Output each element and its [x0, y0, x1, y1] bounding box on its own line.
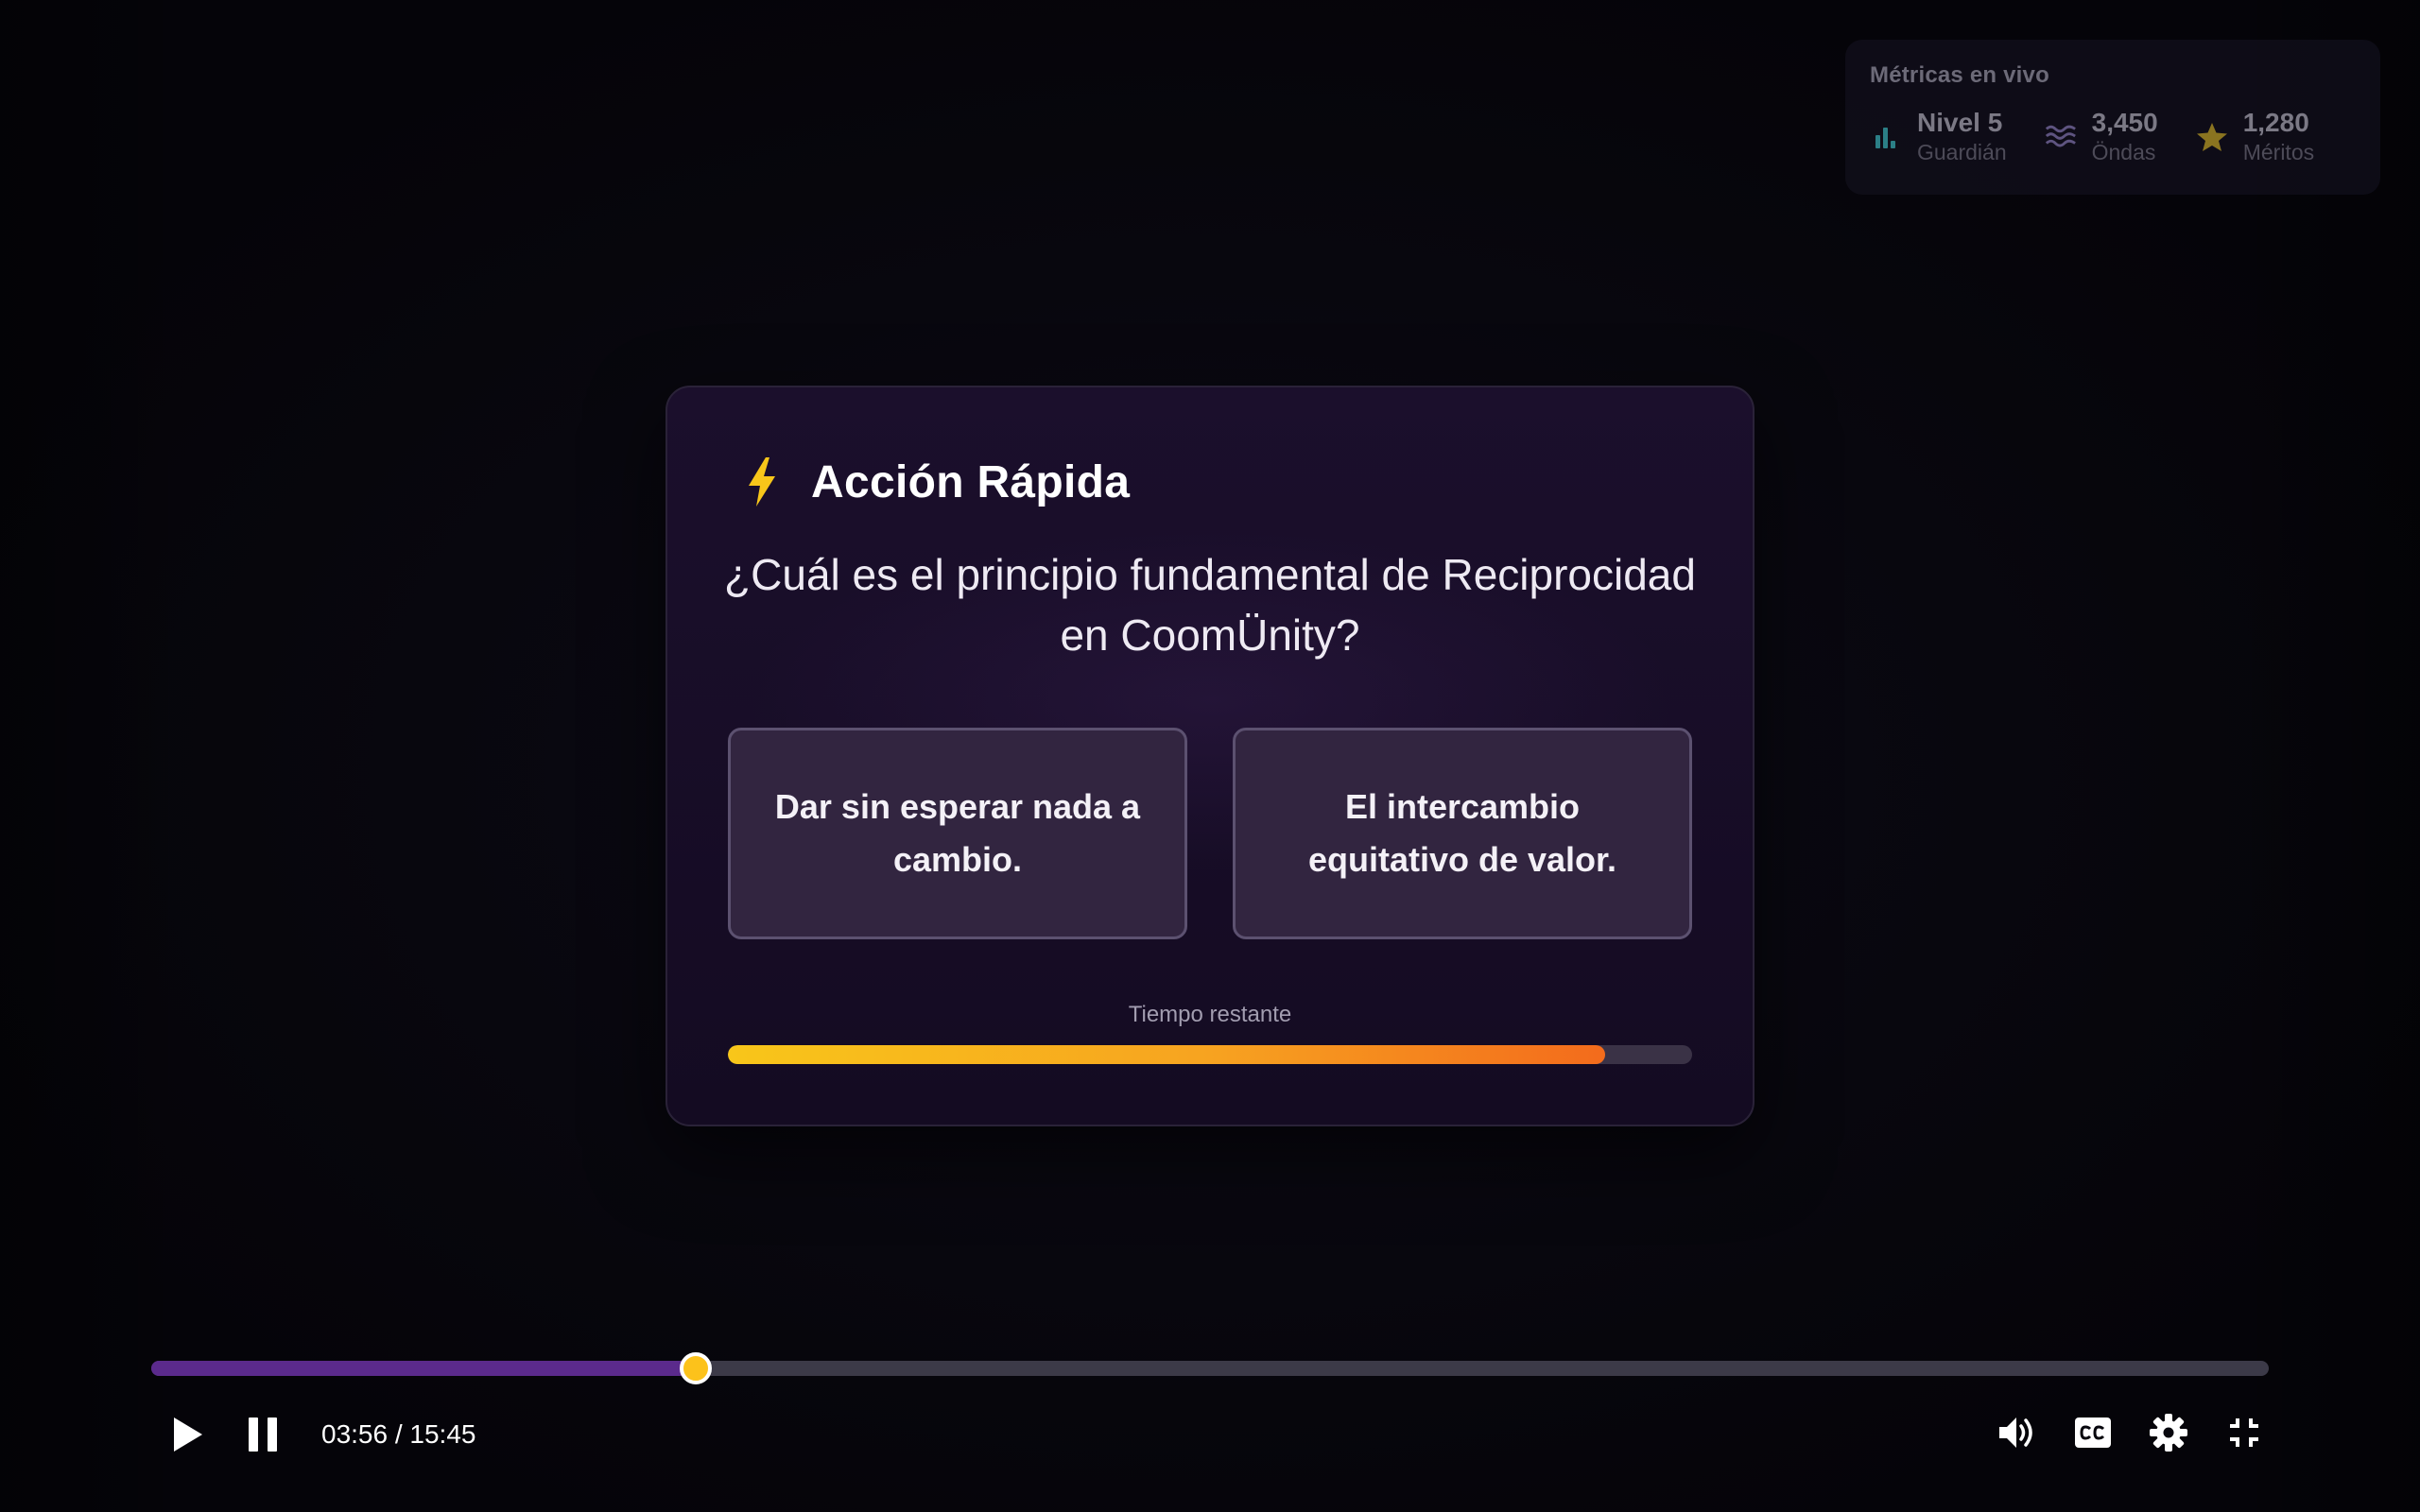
metrics-row: Nivel 5 Guardián 3,450 Öndas 1,280 Mérit… [1870, 108, 2356, 166]
star-icon [2196, 121, 2228, 153]
metric-ondas-label: Öndas [2091, 140, 2156, 164]
metric-meritos-value: 1,280 [2242, 108, 2309, 137]
closed-captions-button[interactable] [2065, 1404, 2121, 1461]
player-controls-right [1989, 1404, 2273, 1461]
metric-meritos-label: Méritos [2242, 140, 2315, 164]
timer-progress-bar [728, 1045, 1692, 1064]
quick-action-modal: Acción Rápida ¿Cuál es el principio fund… [666, 386, 1754, 1126]
metric-ondas: 3,450 Öndas [2045, 108, 2158, 166]
bar-chart-icon [1870, 121, 1902, 153]
waves-icon [2045, 121, 2077, 153]
player-controls-left: 03:56 / 15:45 [159, 1406, 475, 1463]
pause-icon [249, 1418, 277, 1452]
answer-option-2-button[interactable]: El intercambio equitativo de valor. [1233, 728, 1692, 939]
answer-option-1-button[interactable]: Dar sin esperar nada a cambio. [728, 728, 1187, 939]
volume-button[interactable] [1989, 1404, 2046, 1461]
timer-progress-fill [728, 1045, 1606, 1064]
metric-level: Nivel 5 Guardián [1870, 108, 2007, 166]
metrics-title: Métricas en vivo [1870, 62, 2049, 88]
video-player: Métricas en vivo Nivel 5 Guardián 3,450 … [0, 0, 2420, 1512]
play-button[interactable] [159, 1406, 216, 1463]
quiz-question: ¿Cuál es el principio fundamental de Rec… [724, 550, 1696, 660]
video-progress-played [151, 1361, 696, 1376]
modal-title: Acción Rápida [811, 456, 1131, 507]
video-progress-bar[interactable] [151, 1352, 2269, 1384]
modal-header: Acción Rápida [743, 455, 1130, 508]
answer-options: Dar sin esperar nada a cambio. El interc… [728, 728, 1692, 939]
settings-button[interactable] [2140, 1404, 2197, 1461]
pause-button[interactable] [234, 1406, 291, 1463]
exit-fullscreen-icon [2230, 1418, 2258, 1447]
metric-level-value: Nivel 5 [1917, 108, 2003, 137]
volume-icon [1999, 1418, 2032, 1448]
metric-level-label: Guardián [1917, 140, 2007, 164]
metric-ondas-value: 3,450 [2091, 108, 2158, 137]
live-metrics-panel: Métricas en vivo Nivel 5 Guardián 3,450 … [1845, 40, 2380, 195]
metric-meritos: 1,280 Méritos [2196, 108, 2314, 166]
time-display: 03:56 / 15:45 [321, 1419, 476, 1449]
timer-label: Tiempo restante [1128, 1002, 1292, 1027]
exit-fullscreen-button[interactable] [2216, 1404, 2273, 1461]
play-icon [174, 1418, 202, 1452]
settings-gear-icon [2150, 1414, 2187, 1452]
lightning-bolt-icon [749, 457, 775, 507]
closed-captions-icon [2075, 1418, 2111, 1448]
video-progress-thumb[interactable] [679, 1352, 712, 1384]
